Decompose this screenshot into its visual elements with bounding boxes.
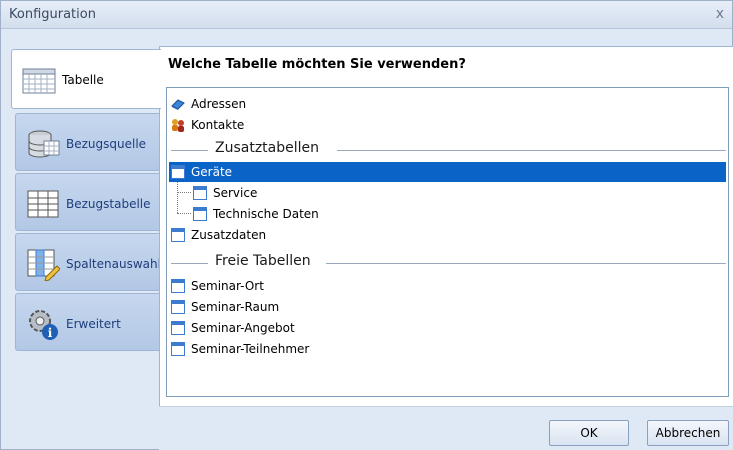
group-label: Freie Tabellen bbox=[215, 253, 311, 269]
tab-tabelle[interactable]: Tabelle bbox=[11, 49, 161, 109]
list-item-geraete[interactable]: Geräte bbox=[169, 162, 726, 182]
grid-icon bbox=[27, 190, 59, 218]
panel-heading: Welche Tabelle möchten Sie verwenden? bbox=[168, 57, 466, 72]
tab-label: Spaltenauswahl bbox=[66, 257, 161, 271]
table-icon bbox=[171, 279, 185, 293]
list-item-adressen[interactable]: Adressen bbox=[169, 94, 726, 114]
table-icon bbox=[171, 165, 185, 179]
table-grid-icon bbox=[22, 68, 56, 94]
close-icon[interactable]: x bbox=[716, 6, 724, 22]
tab-bezugstabelle[interactable]: Bezugstabelle bbox=[15, 173, 159, 231]
contacts-icon bbox=[172, 119, 184, 132]
list-item-technische-daten[interactable]: Technische Daten bbox=[169, 204, 726, 224]
configuration-dialog: Konfiguration x Tabelle Bezugsquelle Bez… bbox=[0, 0, 733, 450]
table-icon bbox=[193, 186, 207, 200]
tab-label: Bezugsquelle bbox=[66, 137, 147, 151]
table-icon bbox=[193, 207, 207, 221]
ok-button[interactable]: OK bbox=[549, 420, 629, 446]
title-bar: Konfiguration x bbox=[1, 1, 732, 29]
tab-erweitert[interactable]: i Erweitert bbox=[15, 293, 159, 351]
svg-text:i: i bbox=[48, 326, 53, 340]
tab-spaltenauswahl[interactable]: Spaltenauswahl bbox=[15, 233, 161, 291]
window-title: Konfiguration bbox=[9, 7, 96, 22]
address-book-icon bbox=[171, 99, 185, 110]
database-icon bbox=[28, 130, 60, 158]
group-label: Zusatztabellen bbox=[215, 140, 320, 156]
list-item-seminar-ort[interactable]: Seminar-Ort bbox=[169, 276, 726, 296]
table-icon bbox=[171, 300, 185, 314]
list-item-seminar-raum[interactable]: Seminar-Raum bbox=[169, 297, 726, 317]
column-select-icon bbox=[27, 249, 60, 281]
tab-label: Erweitert bbox=[66, 317, 121, 331]
group-header-freie-tabellen: Freie Tabellen bbox=[171, 253, 726, 271]
cancel-button[interactable]: Abbrechen bbox=[647, 420, 729, 446]
list-item-seminar-teilnehmer[interactable]: Seminar-Teilnehmer bbox=[169, 339, 726, 359]
group-header-zusatztabellen: Zusatztabellen bbox=[171, 140, 726, 158]
button-bar: OK Abbrechen bbox=[159, 406, 733, 450]
table-icon bbox=[171, 342, 185, 356]
main-panel: Welche Tabelle möchten Sie verwenden? Ad… bbox=[159, 46, 733, 406]
gear-info-icon: i bbox=[29, 310, 58, 340]
table-icon bbox=[171, 228, 185, 242]
table-icon bbox=[171, 321, 185, 335]
tab-bezugsquelle[interactable]: Bezugsquelle bbox=[15, 113, 159, 171]
tab-label: Tabelle bbox=[62, 73, 104, 87]
list-item-seminar-angebot[interactable]: Seminar-Angebot bbox=[169, 318, 726, 338]
list-item-service[interactable]: Service bbox=[169, 183, 726, 203]
table-list[interactable]: Adressen Kontakte Zusatztabellen Geräte bbox=[166, 87, 729, 397]
tab-label: Bezugstabelle bbox=[66, 197, 151, 211]
list-item-zusatzdaten[interactable]: Zusatzdaten bbox=[169, 225, 726, 245]
list-item-kontakte[interactable]: Kontakte bbox=[169, 115, 726, 135]
